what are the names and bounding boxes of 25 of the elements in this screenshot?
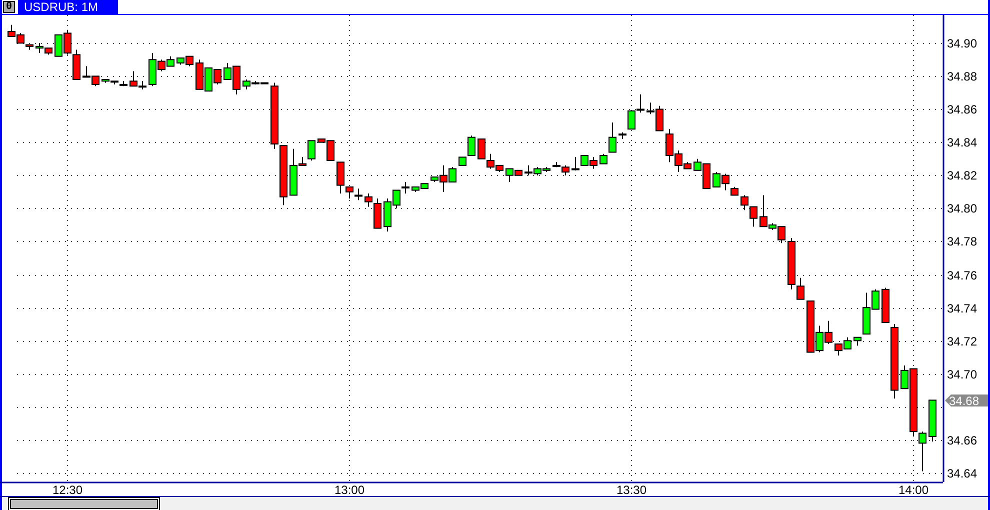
time-axis-label: 13:30	[616, 483, 647, 497]
price-axis-label: 34.64	[947, 466, 978, 480]
y-tick-label: 34.68	[949, 394, 980, 408]
chart-title: USDRUB: 1M	[18, 0, 118, 14]
price-axis-label: 34.88	[947, 70, 978, 84]
price-axis-label: 34.78	[947, 234, 978, 248]
last-price-marker: 34.68	[945, 394, 988, 408]
candlestick	[928, 400, 936, 442]
price-axis-label: 34.90	[947, 36, 978, 50]
time-axis-label: 12:30	[52, 483, 83, 497]
candlestick	[854, 336, 862, 346]
candlestick	[618, 132, 626, 140]
price-axis-label: 34.80	[947, 202, 978, 216]
price-axis-label: 34.86	[947, 102, 978, 116]
price-axis-label: 34.82	[947, 168, 978, 182]
price-axis-label: 34.76	[947, 268, 978, 282]
price-axis-label: 34.84	[947, 136, 978, 150]
time-axis-label: 13:00	[334, 483, 365, 497]
scrollbar-thumb[interactable]	[10, 499, 158, 509]
price-axis-label: 34.66	[947, 434, 978, 448]
price-axis-label: 34.72	[947, 334, 978, 348]
price-axis-label: 34.70	[947, 368, 978, 382]
time-axis-label: 14:00	[898, 483, 929, 497]
window-button[interactable]: 0	[3, 1, 15, 13]
price-axis-label: 34.74	[947, 302, 978, 316]
